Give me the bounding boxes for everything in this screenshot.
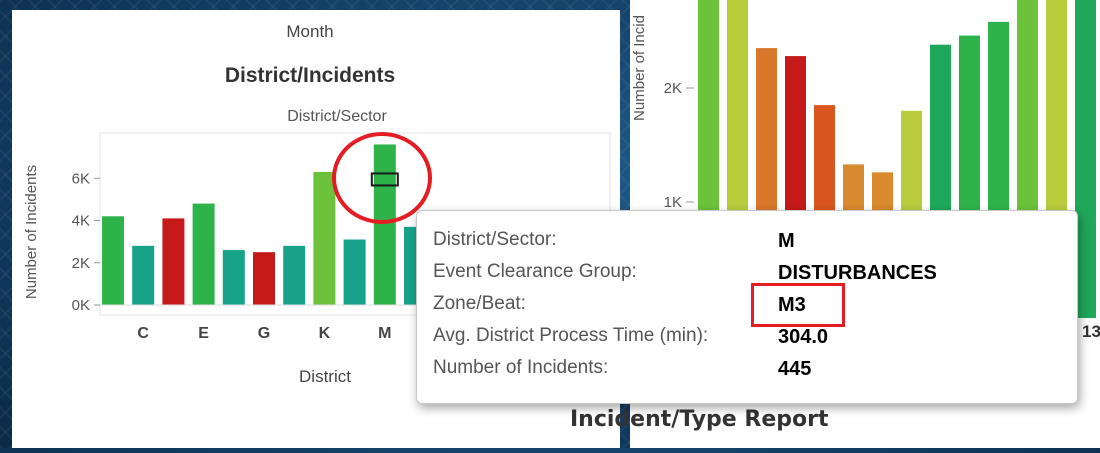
y-axis-label: Number of Incidents: [23, 165, 40, 299]
bar-F[interactable]: [222, 250, 245, 305]
tooltip-label: Zone/Beat:: [433, 293, 526, 314]
right-y-tick-label: 1K: [664, 194, 682, 211]
incident-type-report-title: Incident/Type Report: [570, 407, 829, 432]
tooltip-value: 445: [778, 358, 812, 380]
x-tick-label: M: [378, 325, 391, 342]
x-tick-label: K: [319, 325, 331, 342]
tooltip-label: Avg. District Process Time (min):: [433, 325, 709, 346]
right-tick-label: 13: [1082, 322, 1100, 341]
right-y-axis-label: Number of Incid: [631, 15, 648, 121]
x-axis-label: District: [299, 367, 351, 386]
chart-subtitle: District/Sector: [287, 108, 387, 125]
bar-M[interactable]: [373, 144, 396, 305]
bar-G[interactable]: [253, 252, 275, 305]
tooltip-label: District/Sector:: [433, 229, 557, 250]
right-bar[interactable]: [1075, 0, 1096, 318]
tooltip-value: DISTURBANCES: [778, 262, 937, 284]
bar-J[interactable]: [283, 245, 306, 305]
tooltip-row-process-time: Avg. District Process Time (min): 304.0: [433, 325, 1073, 355]
right-y-tick-label: 2K: [664, 80, 682, 97]
x-tick-label: G: [258, 325, 270, 342]
zone-beat-highlight-box: [751, 283, 845, 327]
bar-K[interactable]: [313, 171, 336, 305]
tooltip-row-incidents: Number of Incidents: 445: [433, 357, 1073, 387]
x-tick-label: C: [137, 325, 149, 342]
y-tick-label: 2K: [72, 255, 90, 272]
chart-title: District/Incidents: [225, 64, 395, 87]
bar-E[interactable]: [192, 203, 215, 305]
month-label: Month: [286, 22, 333, 41]
y-tick-label: 0K: [72, 297, 90, 314]
tooltip-value: M: [778, 230, 795, 252]
tooltip: District/Sector: M Event Clearance Group…: [416, 210, 1078, 404]
bar-B[interactable]: [102, 216, 124, 305]
x-tick-label: E: [198, 325, 209, 342]
tooltip-value: 304.0: [778, 326, 829, 348]
bar-L[interactable]: [343, 239, 366, 305]
tooltip-label: Number of Incidents:: [433, 357, 609, 378]
y-tick-label: 4K: [72, 213, 90, 230]
tooltip-row-sector: District/Sector: M: [433, 229, 1073, 259]
tooltip-label: Event Clearance Group:: [433, 261, 637, 282]
y-tick-label: 6K: [72, 170, 90, 187]
bar-D[interactable]: [162, 218, 185, 305]
bar-C[interactable]: [132, 245, 155, 305]
